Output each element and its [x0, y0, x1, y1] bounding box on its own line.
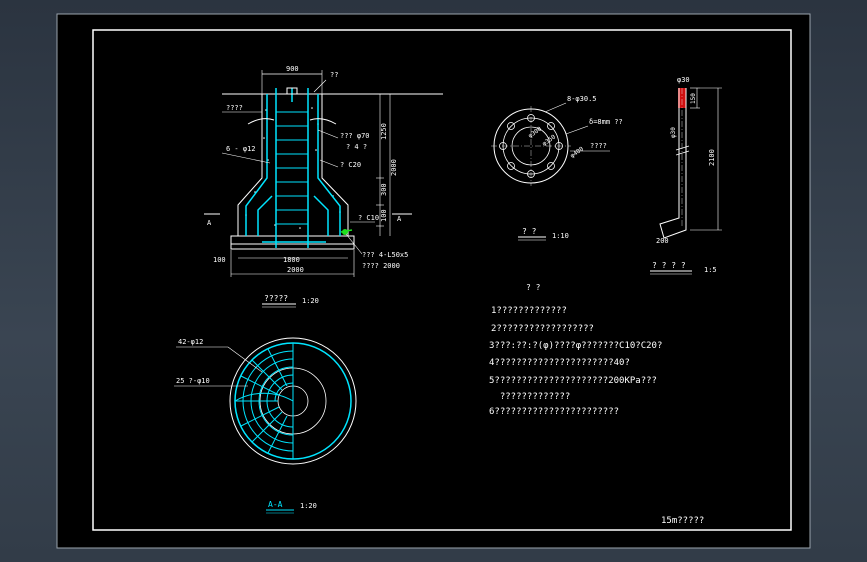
- bolt-dim-2100: 2100: [708, 149, 716, 166]
- section-title: A-A: [268, 500, 283, 509]
- bolt-dim-head: φ30: [677, 76, 690, 84]
- notes-heading-mark: ? ?: [526, 283, 541, 292]
- section-ring-label: 42-φ12: [178, 338, 203, 346]
- flange-weld-label: ????: [590, 142, 607, 150]
- dim-1250: 1250: [380, 123, 388, 140]
- dim-2000-bottom: 2000: [287, 266, 304, 274]
- dim-2000-total: 2000: [390, 159, 398, 176]
- label-right-pipe: ??? φ70: [340, 132, 370, 140]
- elevation-title: ?????: [264, 294, 288, 303]
- note-line-3: 3???:??:?(φ)????φ???????C10?C20?: [489, 341, 662, 351]
- dim-top-width: 900: [286, 65, 299, 73]
- bolt-dim-150: 150: [690, 93, 697, 104]
- dim-100-right: 100: [380, 209, 388, 222]
- label-right-2: ? 4 ?: [346, 143, 367, 151]
- note-line-1: 1?????????????: [491, 306, 567, 316]
- label-anchor-angle: ??? 4-L50x5: [362, 251, 408, 259]
- bolt-title: ? ? ? ?: [652, 261, 686, 270]
- bolt-dim-30: φ30: [670, 127, 677, 138]
- flange-bolt-label: 8-φ30.5: [567, 95, 597, 103]
- label-upper-left: ????: [226, 104, 243, 112]
- section-stirrup-label: 25 ?-φ10: [176, 377, 210, 385]
- elevation-scale: 1:20: [302, 297, 319, 305]
- dim-300: 300: [380, 183, 388, 196]
- section-scale: 1:20: [300, 502, 317, 510]
- label-right-c10: ? C10: [358, 214, 379, 222]
- flange-thickness-label: δ=8mm ??: [589, 118, 623, 126]
- label-anchor-length: ???? 2000: [362, 262, 400, 270]
- dim-100-left: 100: [213, 256, 226, 264]
- dim-top-right: ??: [330, 71, 338, 79]
- label-left-rebar: 6 - φ12: [226, 145, 256, 153]
- flange-scale: 1:10: [552, 232, 569, 240]
- dim-1800: 1800: [283, 256, 300, 264]
- note-line-5: 5?????????????????????200KPa???: [489, 376, 657, 386]
- note-line-6: ?????????????: [489, 392, 570, 402]
- flange-title: ? ?: [522, 227, 537, 236]
- bolt-dim-200: 200: [656, 237, 669, 245]
- cad-drawing: 900 ?? 1250 300 100 2000 ???? 6 - φ12 ??…: [56, 13, 811, 549]
- label-right-c20: ? C20: [340, 161, 361, 169]
- drawing-title: 15m?????: [661, 516, 704, 526]
- note-line-7: 6???????????????????????: [489, 407, 619, 417]
- note-line-2: 2??????????????????: [491, 324, 594, 334]
- bolt-scale: 1:5: [704, 266, 717, 274]
- note-line-4: 4??????????????????????40?: [489, 358, 630, 368]
